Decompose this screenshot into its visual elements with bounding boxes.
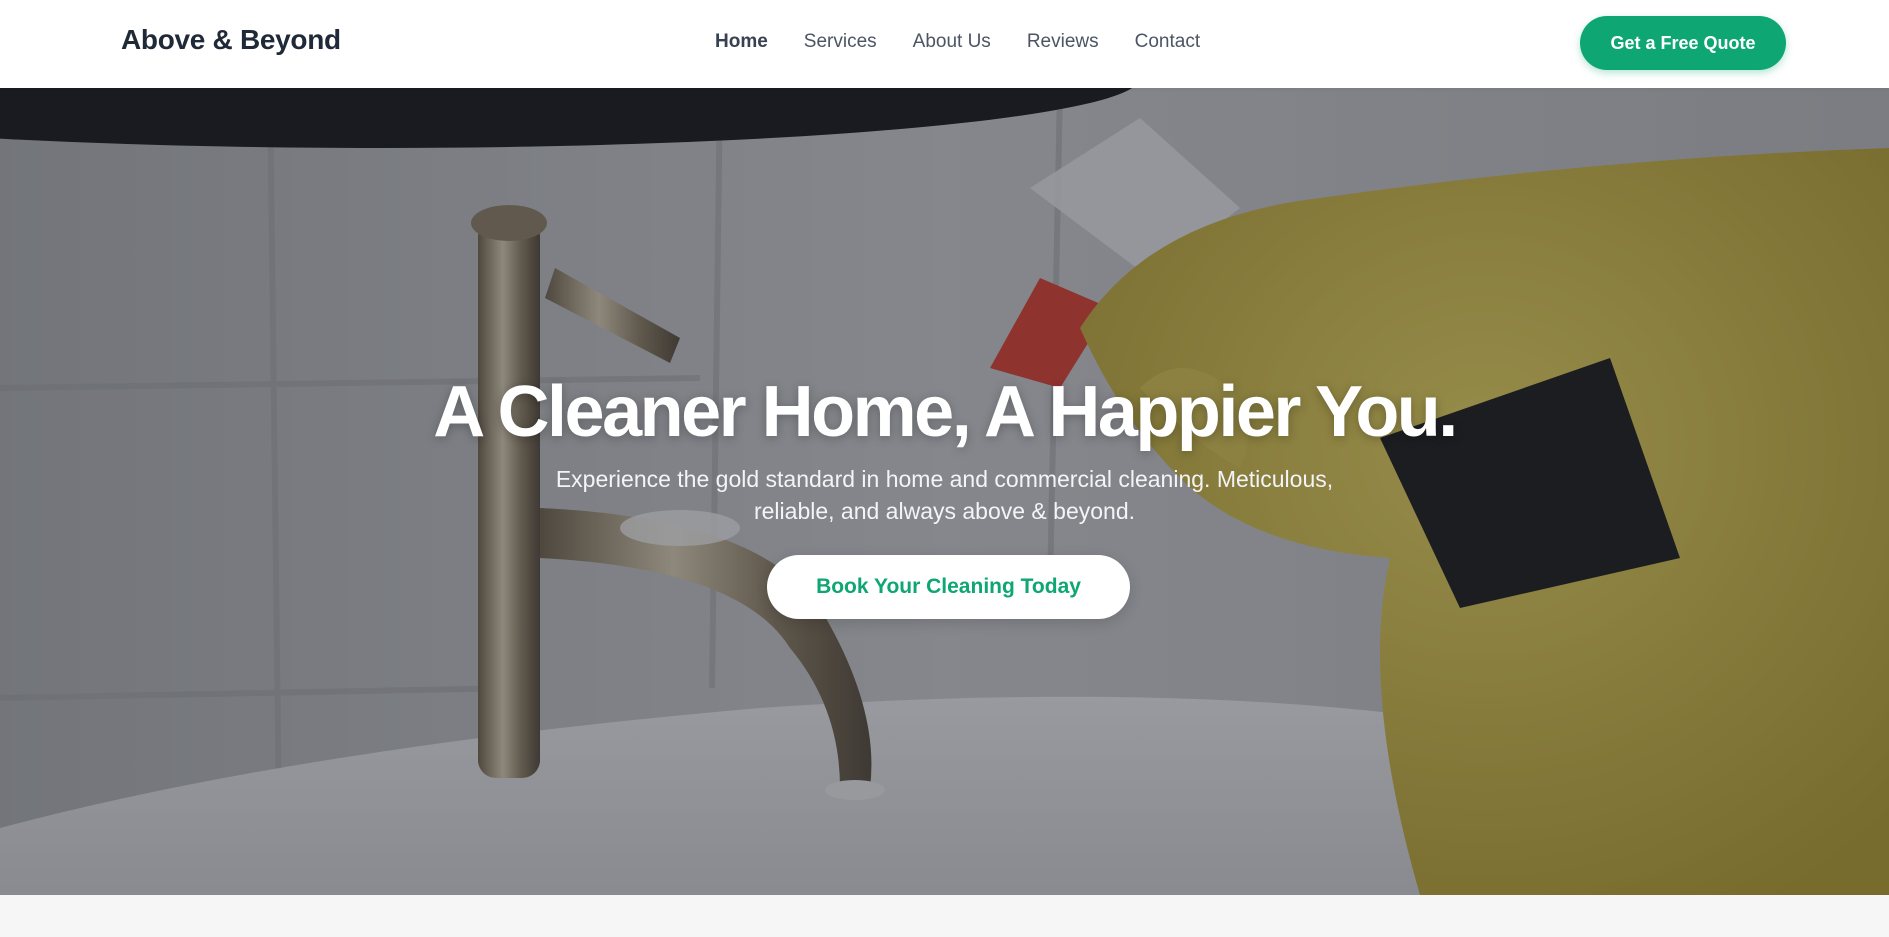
get-free-quote-button[interactable]: Get a Free Quote	[1580, 16, 1786, 70]
hero-title: A Cleaner Home, A Happier You.	[433, 372, 1458, 452]
hero-content: A Cleaner Home, A Happier You. Experienc…	[0, 88, 1889, 895]
book-cleaning-button[interactable]: Book Your Cleaning Today	[767, 555, 1130, 619]
hero-subtitle-line-1: Experience the gold standard in home and…	[555, 466, 1334, 492]
hero-subtitle: Experience the gold standard in home and…	[0, 463, 1889, 527]
main-nav: Home Services About Us Reviews Contact	[715, 31, 1200, 53]
hero-subtitle-line-2: reliable, and always above & beyond.	[753, 498, 1136, 524]
nav-link-about-us[interactable]: About Us	[913, 31, 991, 53]
nav-link-contact[interactable]: Contact	[1135, 31, 1200, 53]
site-header: Above & Beyond Home Services About Us Re…	[0, 0, 1889, 88]
hero-section: A Cleaner Home, A Happier You. Experienc…	[0, 88, 1889, 895]
nav-link-home[interactable]: Home	[715, 31, 768, 53]
brand-logo[interactable]: Above & Beyond	[121, 24, 341, 56]
nav-link-services[interactable]: Services	[804, 31, 877, 53]
nav-link-reviews[interactable]: Reviews	[1027, 31, 1099, 53]
next-section-edge	[0, 895, 1889, 937]
